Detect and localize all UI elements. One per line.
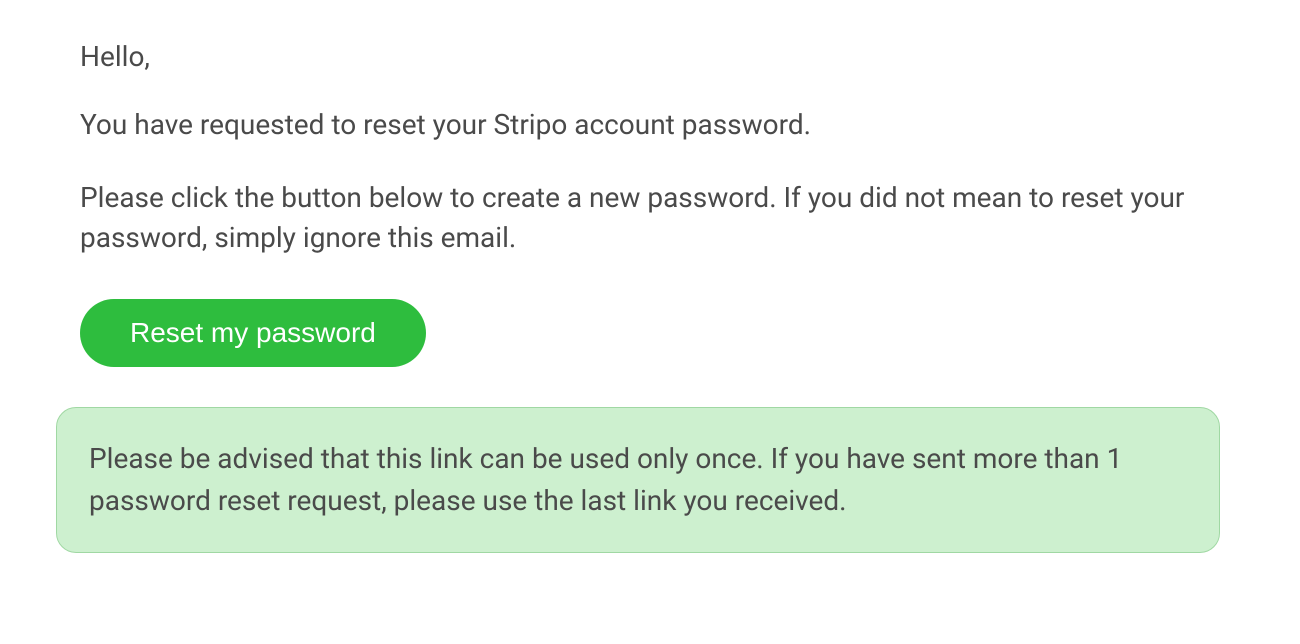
reset-password-button[interactable]: Reset my password — [80, 299, 426, 367]
advisory-notice: Please be advised that this link can be … — [56, 407, 1220, 553]
body-line-2: Please click the button below to create … — [80, 178, 1240, 259]
email-body: Hello, You have requested to reset your … — [80, 40, 1240, 553]
body-line-1: You have requested to reset your Stripo … — [80, 105, 1240, 146]
greeting-text: Hello, — [80, 40, 1240, 73]
